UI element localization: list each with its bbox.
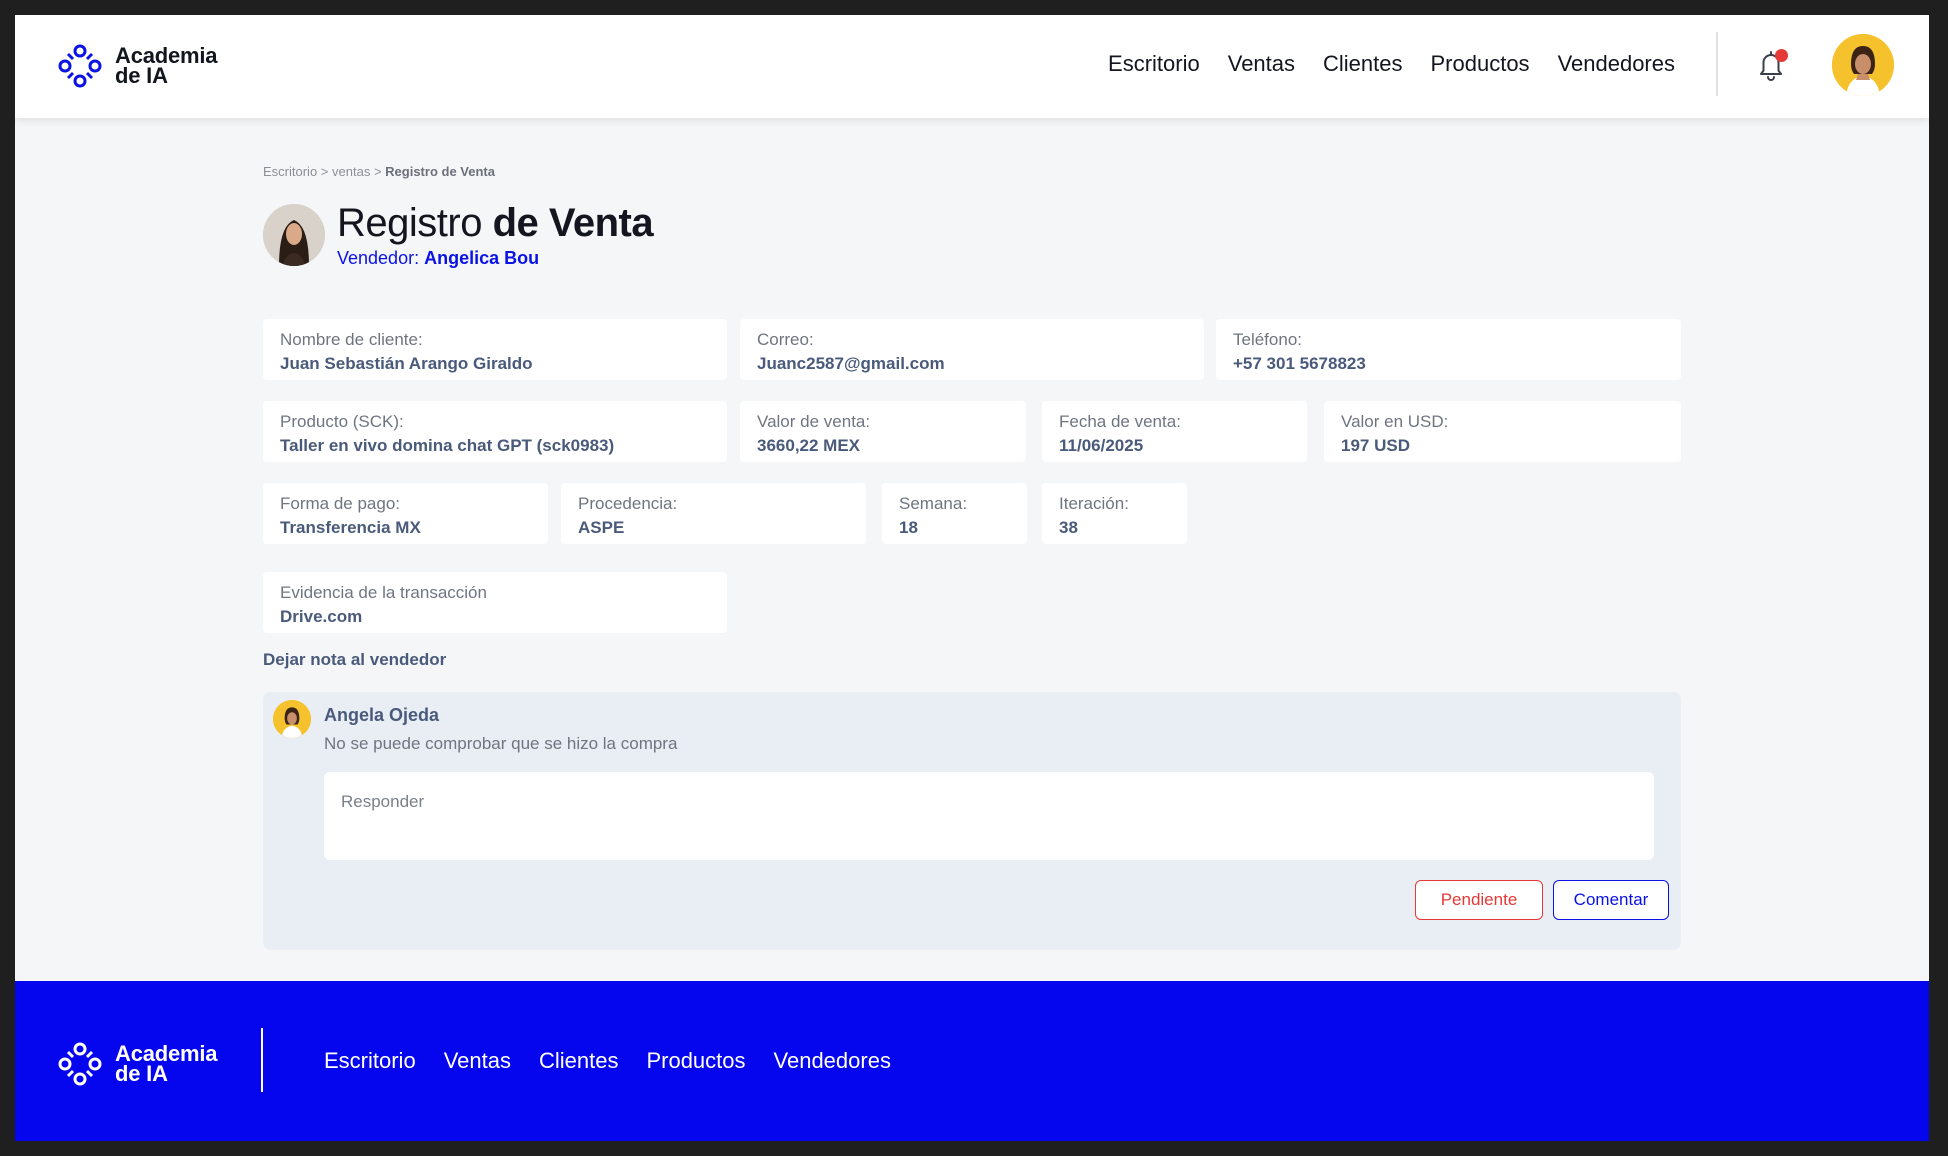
nav-vendedores[interactable]: Vendedores [1558, 51, 1675, 77]
user-avatar-image [1832, 34, 1894, 96]
field-procedencia: Procedencia: ASPE [561, 483, 866, 544]
field-evidencia: Evidencia de la transacción Drive.com [263, 572, 727, 633]
field-value: Taller en vivo domina chat GPT (sck0983) [280, 436, 615, 455]
footer-nav-ventas[interactable]: Ventas [444, 1048, 511, 1074]
note-heading: Dejar nota al vendedor [263, 650, 447, 669]
field-valor-usd: Valor en USD: 197 USD [1324, 401, 1681, 462]
nav-clientes[interactable]: Clientes [1323, 51, 1402, 77]
title-block: Registro de Venta Vendedor: Angelica Bou [337, 201, 654, 269]
field-value: ASPE [578, 518, 625, 537]
vendor-line: Vendedor: Angelica Bou [337, 248, 653, 269]
main-content: Escritorio > ventas > Registro de Venta … [15, 118, 1929, 996]
field-label: Semana: [899, 494, 968, 513]
field-value: Juanc2587@gmail.com [757, 354, 945, 373]
page-title-bold: de Venta [492, 201, 654, 245]
footer-nav-escritorio[interactable]: Escritorio [324, 1048, 416, 1074]
brand-logo[interactable]: Academia de IA [57, 43, 218, 89]
comment-text: No se puede comprobar que se hizo la com… [324, 734, 678, 753]
note-thread: Angela Ojeda No se puede comprobar que s… [263, 692, 1681, 950]
vendor-avatar [263, 204, 325, 266]
breadcrumb-escritorio[interactable]: Escritorio [263, 164, 317, 179]
app-window: Academia de IA Escritorio Ventas Cliente… [15, 15, 1929, 1141]
brand-name: Academia de IA [115, 45, 218, 88]
breadcrumb-separator: > [317, 164, 333, 179]
field-label: Producto (SCK): [280, 412, 404, 431]
field-label: Correo: [757, 330, 814, 349]
footer-nav-vendedores[interactable]: Vendedores [774, 1048, 891, 1074]
commenter-avatar [273, 700, 311, 738]
notification-dot [1775, 49, 1788, 62]
nav-escritorio[interactable]: Escritorio [1108, 51, 1200, 77]
field-label: Teléfono: [1233, 330, 1302, 349]
nav-divider [1716, 32, 1718, 96]
field-iteracion: Iteración: 38 [1042, 483, 1187, 544]
vendor-name[interactable]: Angelica Bou [424, 248, 539, 268]
comment-button[interactable]: Comentar [1553, 880, 1669, 920]
nav-ventas[interactable]: Ventas [1228, 51, 1295, 77]
field-producto: Producto (SCK): Taller en vivo domina ch… [263, 401, 727, 462]
field-label: Iteración: [1059, 494, 1129, 513]
notifications-button[interactable] [1748, 43, 1794, 89]
field-correo: Correo: Juanc2587@gmail.com [740, 319, 1204, 380]
vendor-avatar-image [263, 204, 325, 266]
field-value: +57 301 5678823 [1233, 354, 1366, 373]
main-nav: Escritorio Ventas Clientes Productos Ven… [1108, 51, 1675, 77]
user-avatar[interactable] [1832, 34, 1894, 96]
field-label: Evidencia de la transacción [280, 583, 487, 602]
field-value: 11/06/2025 [1059, 436, 1144, 455]
academia-logo-icon [58, 44, 102, 88]
nav-productos[interactable]: Productos [1431, 51, 1530, 77]
bell-icon [1760, 51, 1782, 81]
breadcrumb-current: Registro de Venta [385, 164, 495, 179]
footer-nav-clientes[interactable]: Clientes [539, 1048, 618, 1074]
breadcrumb-separator: > [370, 164, 386, 179]
field-value: Juan Sebastián Arango Giraldo [280, 354, 533, 373]
page-title-light: Registro [337, 201, 482, 245]
field-value: 18 [899, 518, 918, 537]
field-value: 3660,22 MEX [757, 436, 861, 455]
footer-nav: Escritorio Ventas Clientes Productos Ven… [324, 1048, 891, 1074]
brand-line2: de IA [115, 63, 168, 88]
field-forma-pago: Forma de pago: Transferencia MX [263, 483, 548, 544]
field-cliente: Nombre de cliente: Juan Sebastián Arango… [263, 319, 727, 380]
footer: Academia de IA Escritorio Ventas Cliente… [15, 981, 1929, 1141]
field-value: 197 USD [1341, 436, 1410, 455]
page-title: Registro de Venta [337, 201, 654, 245]
page-header: Registro de Venta Vendedor: Angelica Bou [263, 201, 654, 269]
evidencia-link[interactable]: Drive.com [280, 605, 710, 629]
pending-button[interactable]: Pendiente [1415, 880, 1543, 920]
field-label: Nombre de cliente: [280, 330, 423, 349]
footer-divider [261, 1028, 263, 1092]
vendor-label: Vendedor: [337, 248, 420, 268]
field-valor-venta: Valor de venta: 3660,22 MEX [740, 401, 1026, 462]
field-value: 38 [1059, 518, 1078, 537]
footer-brand-logo[interactable]: Academia de IA [57, 1041, 218, 1087]
commenter-avatar-image [273, 700, 311, 738]
field-label: Valor en USD: [1341, 412, 1449, 431]
academia-logo-icon [58, 1042, 102, 1086]
field-label: Forma de pago: [280, 494, 401, 513]
field-label: Procedencia: [578, 494, 678, 513]
field-value: Transferencia MX [280, 518, 421, 537]
field-label: Fecha de venta: [1059, 412, 1181, 431]
footer-nav-productos[interactable]: Productos [646, 1048, 745, 1074]
field-label: Valor de venta: [757, 412, 871, 431]
breadcrumb: Escritorio > ventas > Registro de Venta [263, 164, 495, 179]
field-semana: Semana: 18 [882, 483, 1027, 544]
top-header: Academia de IA Escritorio Ventas Cliente… [15, 15, 1929, 118]
breadcrumb-ventas[interactable]: ventas [332, 164, 370, 179]
field-fecha-venta: Fecha de venta: 11/06/2025 [1042, 401, 1307, 462]
brand-line2: de IA [115, 1061, 168, 1086]
footer-brand-name: Academia de IA [115, 1043, 218, 1086]
reply-input[interactable] [324, 772, 1654, 860]
commenter-name: Angela Ojeda [324, 705, 440, 725]
field-telefono: Teléfono: +57 301 5678823 [1216, 319, 1681, 380]
